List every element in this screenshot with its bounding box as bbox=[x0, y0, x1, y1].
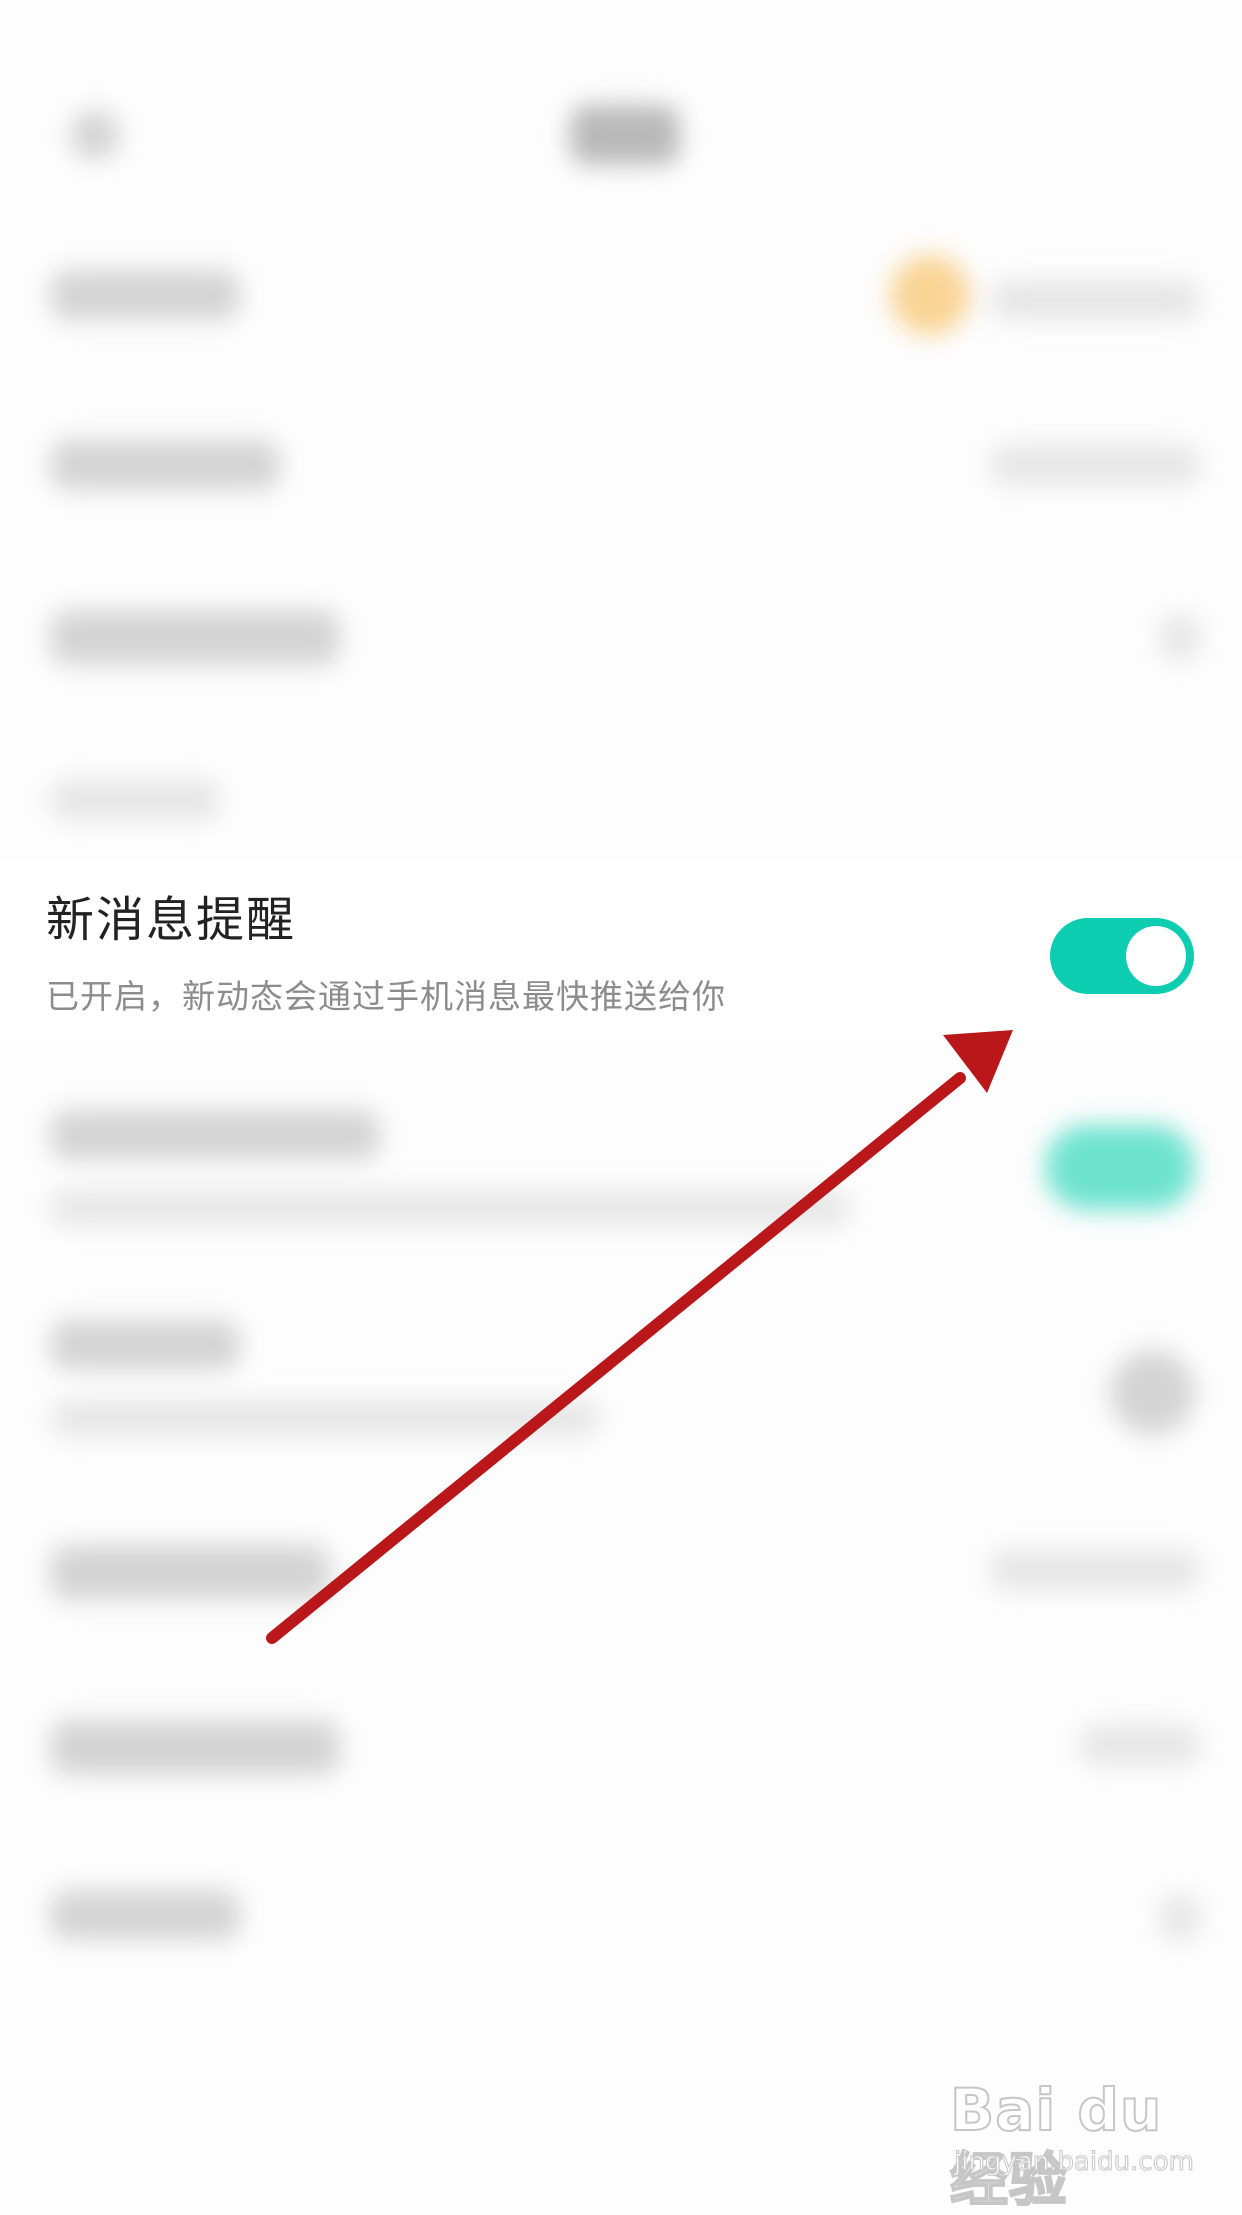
watermark-logo: Bai du 经验 bbox=[949, 2075, 1163, 2215]
watermark-url: jingyan.baidu.com bbox=[954, 2147, 1195, 2178]
annotation-arrow-icon bbox=[266, 1030, 1013, 1644]
baidu-jingyan-watermark: Bai du 经验 jingyan.baidu.com bbox=[949, 2075, 1210, 2215]
